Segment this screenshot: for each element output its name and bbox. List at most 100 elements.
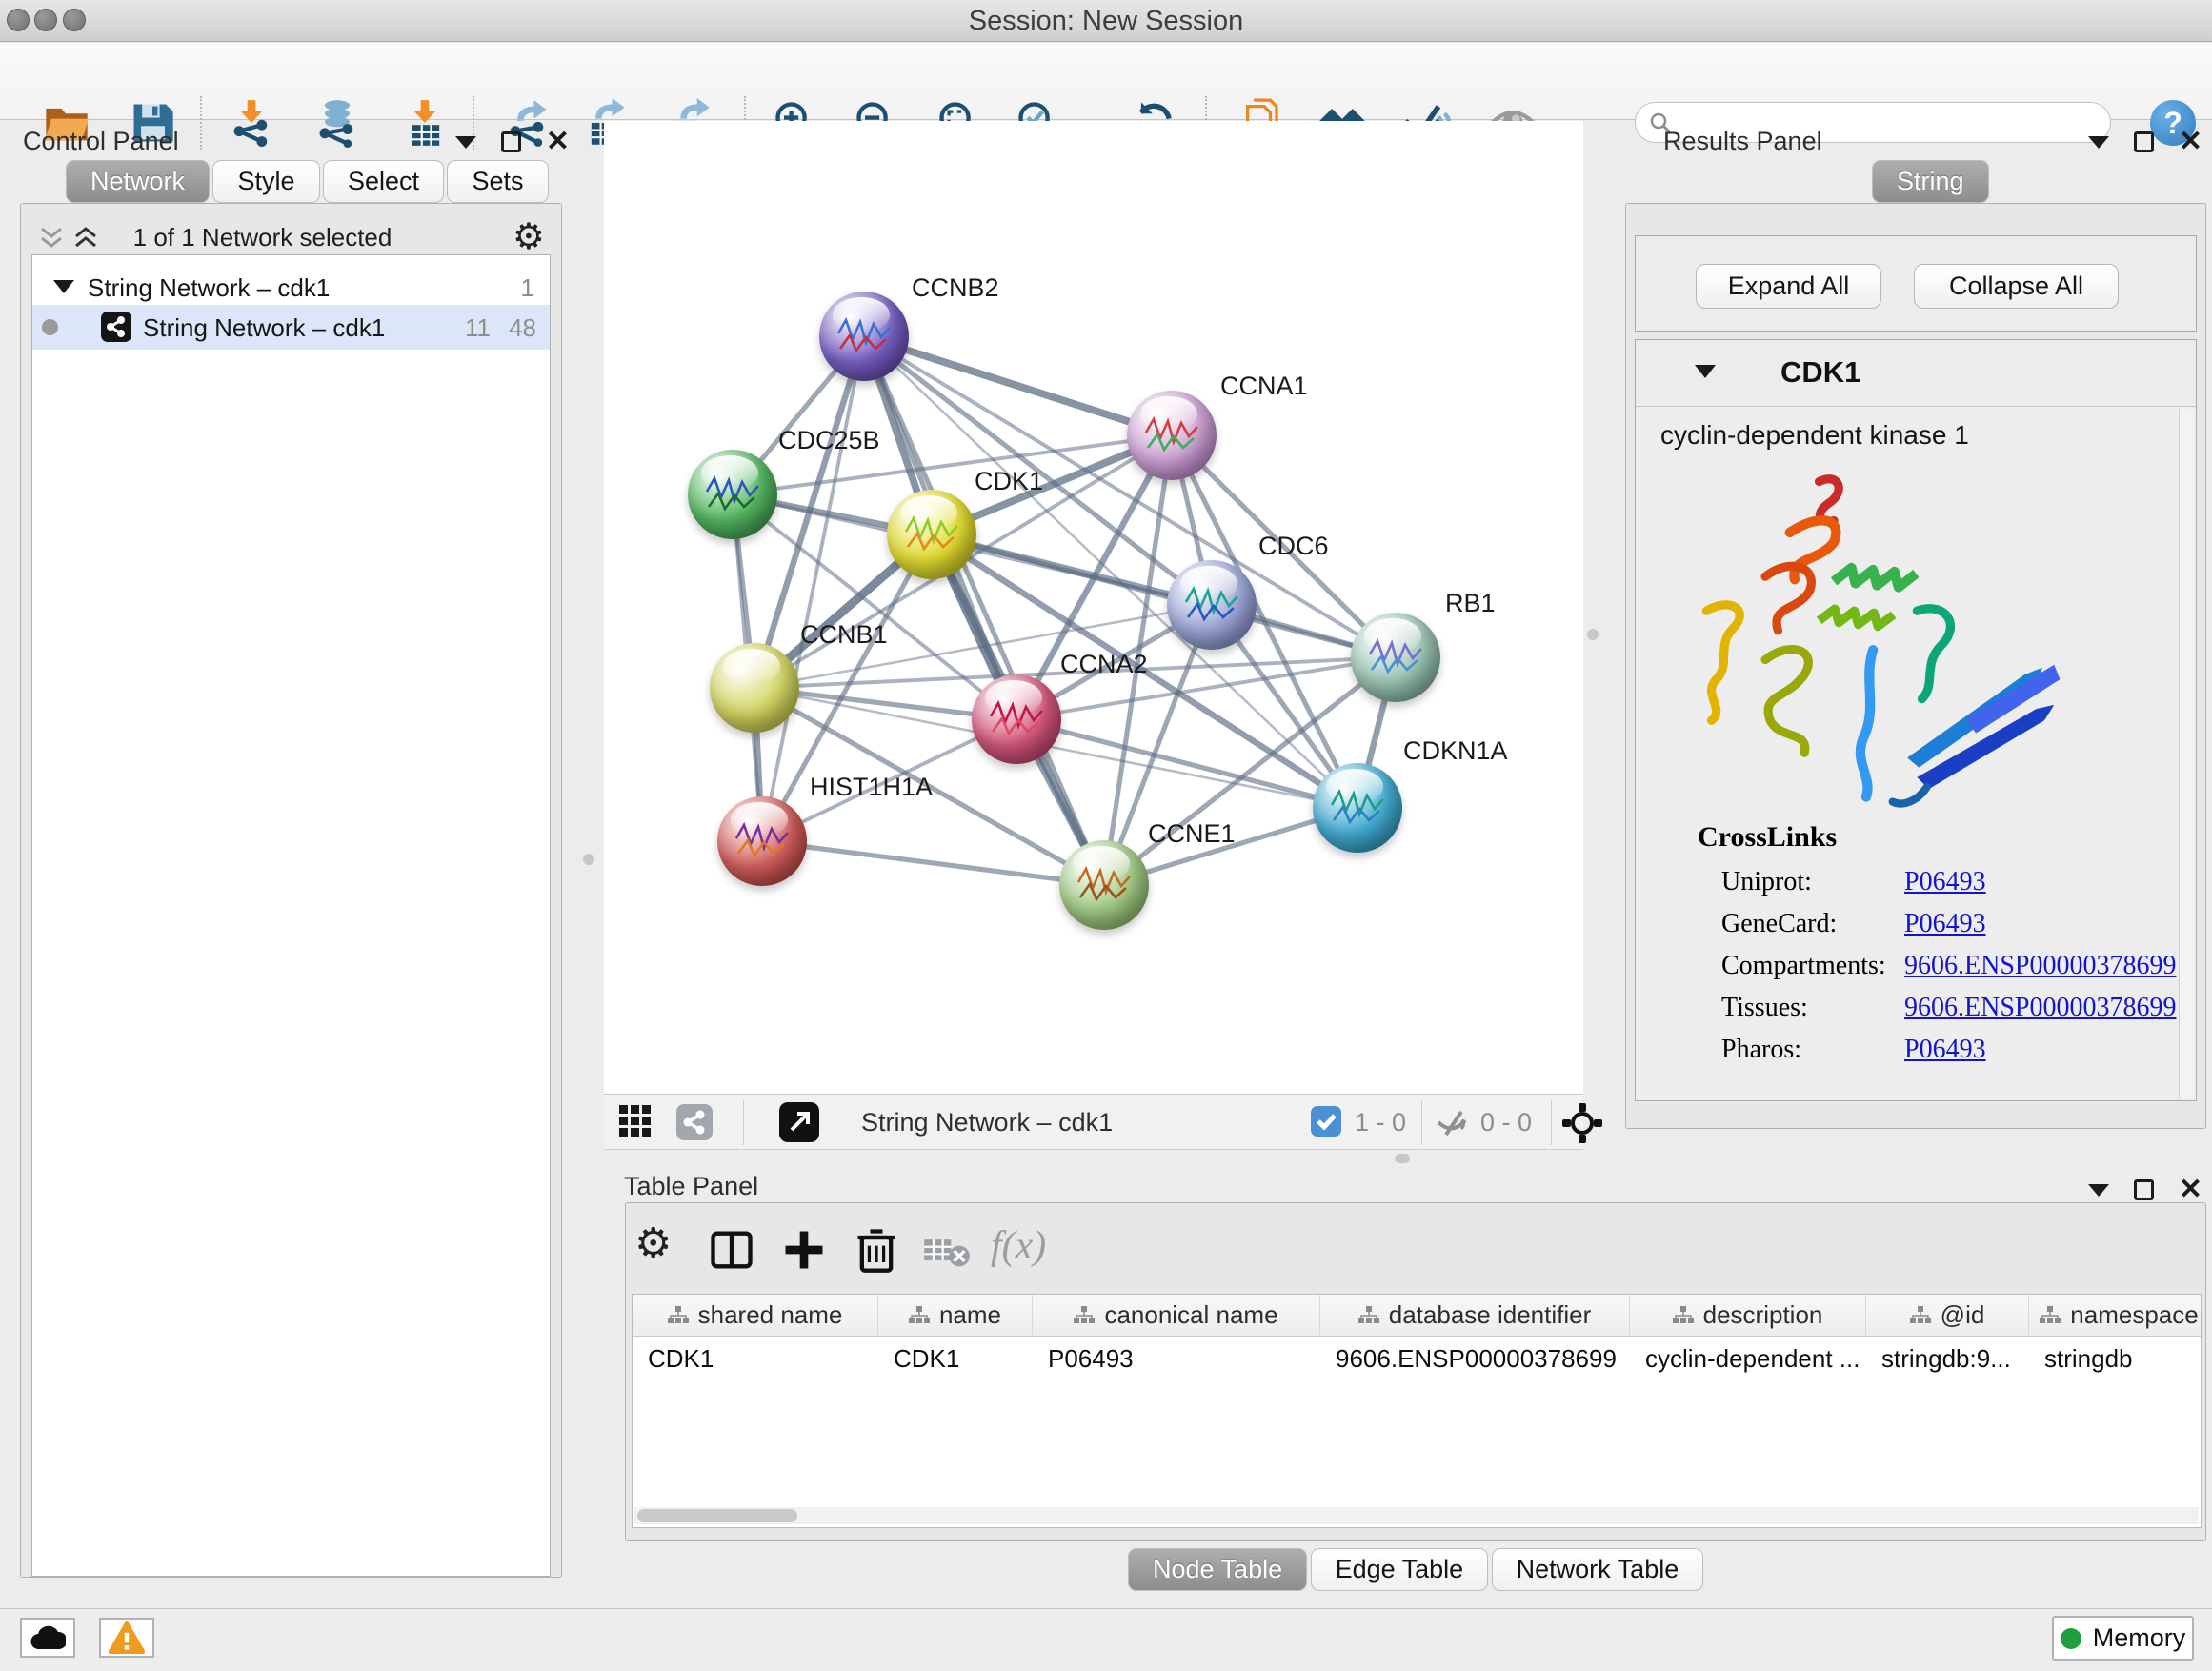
- tab-node-table[interactable]: Node Table: [1128, 1548, 1307, 1591]
- protein-section-header[interactable]: CDK1: [1636, 340, 2196, 407]
- table-cell[interactable]: P06493: [1033, 1337, 1320, 1380]
- memory-button[interactable]: Memory: [2052, 1616, 2194, 1661]
- tab-select[interactable]: Select: [323, 160, 444, 203]
- table-row[interactable]: CDK1CDK1P064939606.ENSP00000378699cyclin…: [633, 1337, 2201, 1380]
- network-view-canvas[interactable]: CCNB2CCNA1CDC25BCDK1CDC6RB1CCNB1CCNA2CDK…: [604, 121, 1583, 1094]
- column-header-label: name: [939, 1300, 1001, 1330]
- tab-string[interactable]: String: [1872, 160, 1989, 203]
- network-row-selected[interactable]: String Network – cdk1 11 48: [32, 305, 550, 350]
- delete-table-icon[interactable]: [922, 1225, 972, 1275]
- column-header--id[interactable]: @id: [1866, 1295, 2029, 1336]
- protein-detail-panel: CDK1 cyclin-dependent kinase 1 CrossLink…: [1635, 339, 2197, 1101]
- crosslink-compartments-link[interactable]: 9606.ENSP00000378699: [1904, 951, 2176, 981]
- network-options-gear-icon[interactable]: ⚙: [513, 215, 545, 258]
- left-splitter-handle[interactable]: [583, 854, 594, 865]
- network-node-count: 11: [465, 313, 491, 343]
- table-cell[interactable]: CDK1: [633, 1337, 878, 1380]
- grid-view-icon[interactable]: [619, 1105, 654, 1139]
- network-node-CDC25B[interactable]: [688, 450, 777, 539]
- section-collapse-icon[interactable]: [1695, 365, 1716, 378]
- network-edge[interactable]: [864, 336, 1172, 435]
- results-scrollbar[interactable]: [2179, 409, 2194, 1098]
- share-view-icon[interactable]: [676, 1104, 713, 1140]
- table-header-row: shared name name canonical namedatabase id…: [633, 1295, 2201, 1337]
- control-panel-title: Control Panel: [23, 127, 179, 156]
- crosslink-genecard-link[interactable]: P06493: [1904, 909, 1986, 939]
- results-panel-float-icon[interactable]: [2134, 131, 2154, 152]
- table-cell[interactable]: stringdb:9...: [1866, 1337, 2029, 1380]
- crosslinks-heading: CrossLinks: [1698, 821, 1837, 854]
- results-panel-menu-icon[interactable]: [2088, 136, 2109, 149]
- crosslink-tissues-link[interactable]: 9606.ENSP00000378699: [1904, 993, 2176, 1023]
- table-cell[interactable]: cyclin-dependent ...: [1630, 1337, 1866, 1380]
- column-header-canonical-name[interactable]: canonical name: [1033, 1295, 1320, 1336]
- table-panel-float-icon[interactable]: [2134, 1179, 2154, 1200]
- tab-network[interactable]: Network: [66, 160, 210, 203]
- crosshair-icon[interactable]: [1562, 1103, 1602, 1148]
- selected-checkbox-icon[interactable]: [1311, 1106, 1341, 1137]
- crosslink-label: Uniprot:: [1721, 867, 1812, 896]
- tab-sets[interactable]: Sets: [447, 160, 548, 203]
- network-node-CCNA2[interactable]: [972, 674, 1061, 764]
- column-header-database-identifier[interactable]: database identifier: [1320, 1295, 1630, 1336]
- network-node-CDC6[interactable]: [1167, 560, 1257, 650]
- status-bar: Memory: [0, 1608, 2212, 1671]
- import-network-from-database-icon[interactable]: [312, 98, 362, 148]
- import-table-icon[interactable]: [400, 98, 450, 148]
- control-panel-close-icon[interactable]: ✕: [546, 131, 570, 152]
- network-collection-row[interactable]: String Network – cdk1 1: [32, 265, 550, 310]
- network-edge[interactable]: [762, 841, 1104, 885]
- network-edge[interactable]: [864, 336, 1104, 885]
- network-selection-summary: 1 of 1 Network selected: [31, 223, 493, 252]
- table-options-gear-icon[interactable]: ⚙: [634, 1219, 684, 1269]
- table-panel-tabs: Node Table Edge Table Network Table: [1129, 1548, 1703, 1591]
- import-network-icon[interactable]: [227, 98, 276, 148]
- network-node-HIST1H1A[interactable]: [717, 796, 807, 886]
- create-column-icon[interactable]: [779, 1225, 829, 1275]
- column-type-icon: [2040, 1306, 2061, 1325]
- title-bar: Session: New Session: [0, 0, 2212, 42]
- table-cell[interactable]: CDK1: [878, 1337, 1033, 1380]
- show-columns-icon[interactable]: [707, 1225, 756, 1275]
- crosslink-uniprot-link[interactable]: P06493: [1904, 867, 1986, 897]
- warning-status-button[interactable]: [99, 1618, 154, 1658]
- column-type-icon: [1074, 1306, 1095, 1325]
- results-panel-close-icon[interactable]: ✕: [2179, 131, 2202, 152]
- column-header-label: @id: [1941, 1300, 1985, 1330]
- column-header-name[interactable]: name: [878, 1295, 1033, 1336]
- tab-network-table[interactable]: Network Table: [1492, 1548, 1704, 1591]
- expand-all-button[interactable]: Expand All: [1696, 264, 1881, 309]
- tab-edge-table[interactable]: Edge Table: [1311, 1548, 1489, 1591]
- delete-column-icon[interactable]: [852, 1225, 901, 1275]
- column-header-label: namespace: [2070, 1300, 2198, 1330]
- column-header-namespace[interactable]: namespace: [2029, 1295, 2202, 1336]
- network-node-CCNB2[interactable]: [819, 292, 909, 381]
- bottom-splitter-handle[interactable]: [1395, 1154, 1410, 1163]
- function-builder-icon[interactable]: f(x): [991, 1223, 1046, 1269]
- table-cell[interactable]: 9606.ENSP00000378699: [1320, 1337, 1630, 1380]
- column-header-shared-name[interactable]: shared name: [633, 1295, 878, 1336]
- tab-style[interactable]: Style: [212, 160, 319, 203]
- network-node-CDK1[interactable]: [887, 490, 976, 579]
- open-in-window-icon[interactable]: [779, 1102, 819, 1142]
- right-splitter-handle[interactable]: [1587, 629, 1599, 640]
- network-node-CCNB1[interactable]: [710, 643, 799, 733]
- control-panel-menu-icon[interactable]: [455, 136, 476, 149]
- control-panel-float-icon[interactable]: [501, 131, 521, 152]
- protein-description: cyclin-dependent kinase 1: [1660, 420, 1969, 451]
- network-node-CCNA1[interactable]: [1127, 391, 1217, 480]
- scrollbar-thumb[interactable]: [637, 1509, 797, 1522]
- table-horizontal-scrollbar[interactable]: [634, 1507, 2199, 1524]
- network-node-RB1[interactable]: [1351, 613, 1440, 702]
- crosslink-pharos-link[interactable]: P06493: [1904, 1035, 1986, 1065]
- column-header-label: description: [1703, 1300, 1823, 1330]
- table-panel-menu-icon[interactable]: [2088, 1184, 2109, 1197]
- table-panel-close-icon[interactable]: ✕: [2179, 1179, 2202, 1200]
- column-header-description[interactable]: description: [1630, 1295, 1866, 1336]
- collection-expand-icon[interactable]: [53, 280, 74, 293]
- network-node-CCNE1[interactable]: [1059, 840, 1149, 930]
- table-cell[interactable]: stringdb: [2029, 1337, 2202, 1380]
- cloud-status-button[interactable]: [20, 1618, 75, 1658]
- network-node-CDKN1A[interactable]: [1313, 763, 1402, 853]
- collapse-all-button[interactable]: Collapse All: [1914, 264, 2119, 309]
